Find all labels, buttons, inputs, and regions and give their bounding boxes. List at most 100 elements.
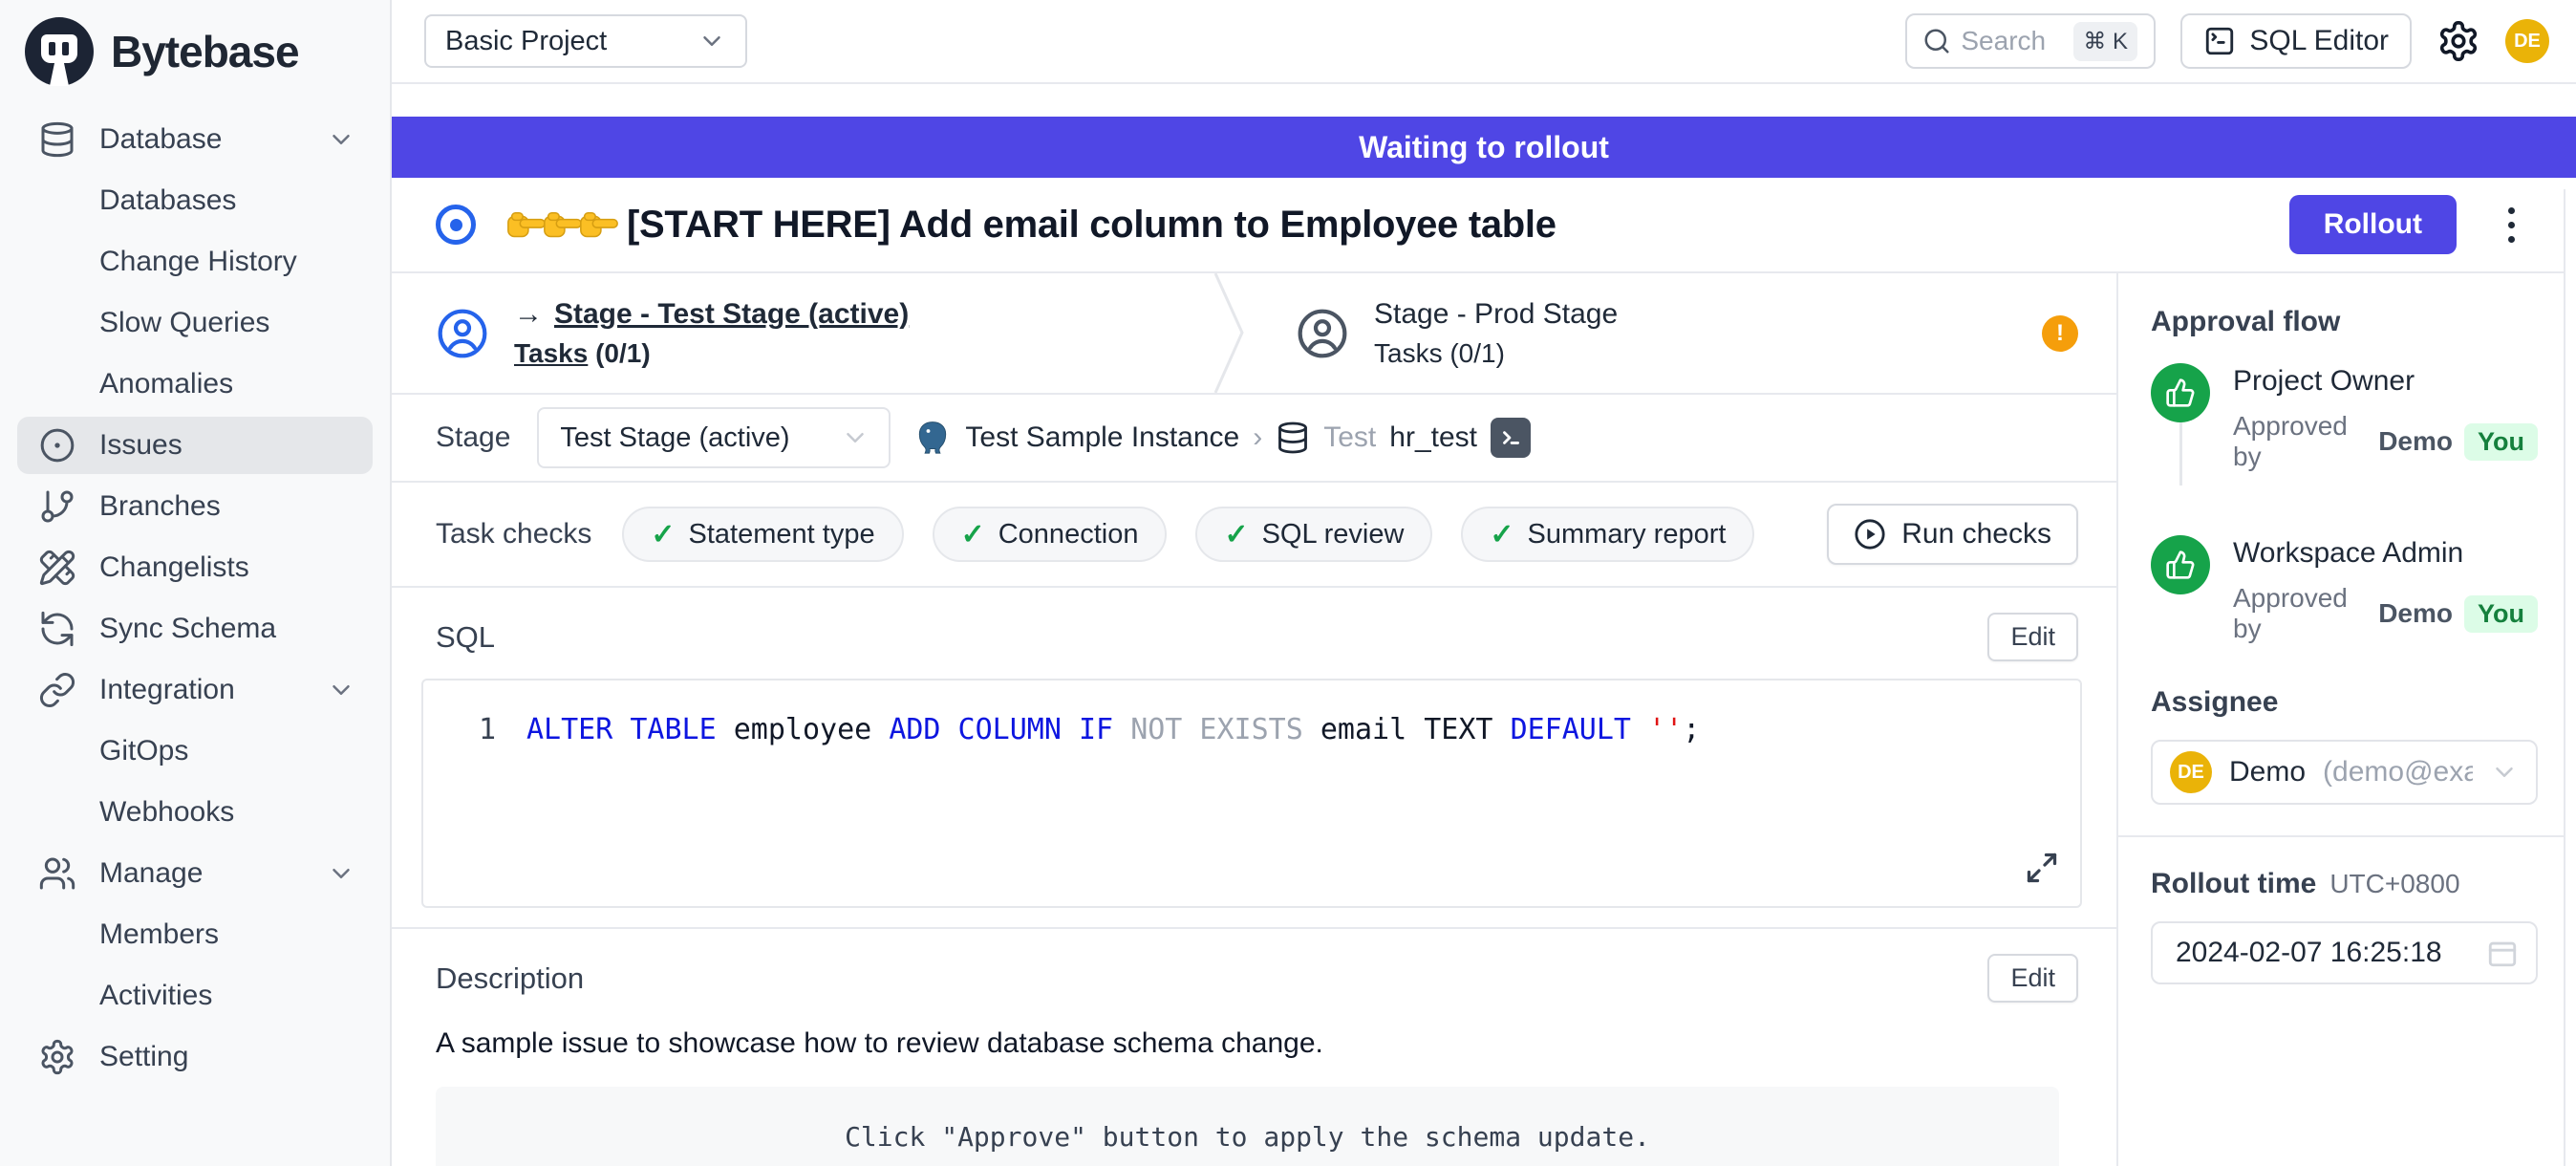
check-connection[interactable]: ✓ Connection (933, 507, 1168, 562)
sidebar-item-manage[interactable]: Manage (17, 845, 373, 902)
approval-connector (2179, 422, 2182, 486)
task-checks-row: Task checks ✓ Statement type ✓ Connectio… (392, 483, 2116, 588)
sidebar-item-changelists[interactable]: Changelists (17, 539, 373, 596)
description-code-note: Click "Approve" button to apply the sche… (436, 1087, 2059, 1166)
issue-status-icon (436, 205, 476, 245)
check-pass-icon: ✓ (1224, 518, 1248, 551)
tasks-link[interactable]: Tasks (514, 338, 588, 368)
project-selector-value: Basic Project (445, 26, 607, 57)
description-heading: Description (436, 961, 584, 996)
approved-thumbs-up-icon (2151, 363, 2210, 422)
run-checks-button[interactable]: Run checks (1827, 504, 2078, 565)
main-area: Basic Project ⌘ K SQL Editor DE Waiting … (392, 0, 2576, 1166)
sidebar-item-anomalies[interactable]: Anomalies (17, 356, 373, 413)
check-summary-report[interactable]: ✓ Summary report (1461, 507, 1754, 562)
sidebar-item-members[interactable]: Members (17, 906, 373, 963)
search-box[interactable]: ⌘ K (1905, 13, 2156, 69)
task-checks-label: Task checks (436, 518, 591, 551)
sql-heading: SQL (436, 620, 495, 655)
approval-role: Workspace Admin (2233, 537, 2538, 570)
stage-test[interactable]: → Stage - Test Stage (active) Tasks (0/1… (392, 273, 1213, 393)
approval-flow-heading: Approval flow (2151, 306, 2538, 338)
check-sql-review[interactable]: ✓ SQL review (1195, 507, 1432, 562)
open-in-sql-editor-icon[interactable] (1491, 418, 1531, 458)
sql-edit-button[interactable]: Edit (1987, 613, 2078, 661)
sync-refresh-icon (38, 610, 76, 648)
users-icon (38, 854, 76, 893)
assignee-heading: Assignee (2151, 686, 2538, 719)
bytebase-logo[interactable]: Bytebase (13, 10, 376, 99)
breadcrumb-separator: › (1253, 421, 1262, 454)
rollout-time-input[interactable]: 2024-02-07 16:25:18 (2151, 921, 2538, 984)
approval-step: Workspace Admin Approved by Demo You (2151, 535, 2538, 644)
expand-fullscreen-icon[interactable] (2025, 851, 2059, 885)
stage-select-dropdown[interactable]: Test Stage (active) (537, 407, 891, 468)
tasks-count: (0/1) (595, 338, 651, 368)
sidebar-item-issues[interactable]: Issues (17, 417, 373, 474)
sidebar-item-label: Database (99, 123, 222, 156)
assignee-dropdown[interactable]: DE Demo (demo@example (2151, 740, 2538, 805)
approval-step: Project Owner Approved by Demo You (2151, 363, 2538, 472)
person-circle-icon (1296, 307, 1349, 360)
stage-select-value: Test Stage (active) (560, 422, 789, 454)
stage-warning-badge: ! (2042, 315, 2078, 352)
stage-timeline: → Stage - Test Stage (active) Tasks (0/1… (392, 273, 2116, 395)
more-options-kebab-icon[interactable] (2501, 200, 2522, 250)
line-number: 1 (423, 713, 496, 746)
instance-name[interactable]: Test Sample Instance (965, 421, 1239, 454)
sidebar-item-sync-schema[interactable]: Sync Schema (17, 600, 373, 658)
postgresql-icon (913, 419, 952, 457)
content: → Stage - Test Stage (active) Tasks (0/1… (392, 273, 2576, 1166)
description-edit-button[interactable]: Edit (1987, 954, 2078, 1003)
project-selector[interactable]: Basic Project (424, 14, 747, 68)
sidebar: Bytebase Database Databases Change Histo… (0, 0, 392, 1166)
approved-thumbs-up-icon (2151, 535, 2210, 594)
status-banner: Waiting to rollout (392, 117, 2576, 178)
you-badge: You (2464, 423, 2538, 461)
sql-section-header: SQL Edit (392, 588, 2116, 661)
git-branch-icon (38, 487, 76, 526)
rollout-time-header: Rollout time UTC+0800 (2151, 868, 2538, 900)
topbar: Basic Project ⌘ K SQL Editor DE (392, 0, 2576, 84)
rollout-timezone: UTC+0800 (2329, 869, 2459, 899)
check-statement-type[interactable]: ✓ Statement type (622, 507, 903, 562)
pencils-icon (38, 549, 76, 587)
sidebar-item-database[interactable]: Database (17, 111, 373, 168)
sidebar-item-change-history[interactable]: Change History (17, 233, 373, 291)
sql-editor-button[interactable]: SQL Editor (2180, 13, 2412, 69)
stage-prod[interactable]: Stage - Prod Stage Tasks (0/1) (1252, 273, 1656, 393)
database-name[interactable]: hr_test (1389, 421, 1477, 454)
rollout-time-value: 2024-02-07 16:25:18 (2176, 937, 2442, 969)
sidebar-item-activities[interactable]: Activities (17, 967, 373, 1025)
sidebar-item-gitops[interactable]: GitOps (17, 723, 373, 780)
assignee-name: Demo (2229, 756, 2306, 788)
sql-code-line: 1 ALTER TABLE employee ADD COLUMN IF NOT… (423, 680, 2080, 746)
chevron-down-icon (841, 423, 869, 452)
stage-separator (1213, 273, 1252, 393)
issue-title: [START HERE] Add email column to Employe… (627, 204, 1556, 247)
gear-icon[interactable] (2436, 19, 2480, 63)
sql-editor[interactable]: 1 ALTER TABLE employee ADD COLUMN IF NOT… (421, 679, 2082, 908)
chevron-down-icon (327, 125, 355, 154)
database-breadcrumb: Test Sample Instance › Test hr_test (913, 418, 1531, 458)
brand-name: Bytebase (111, 26, 299, 77)
sidebar-item-slow-queries[interactable]: Slow Queries (17, 294, 373, 352)
calendar-icon[interactable] (2486, 937, 2519, 969)
scrollbar-gutter[interactable] (2564, 189, 2576, 1166)
tasks-label: Tasks (1374, 338, 1443, 368)
chevron-down-icon (327, 676, 355, 704)
sidebar-item-integration[interactable]: Integration (17, 661, 373, 719)
rollout-button[interactable]: Rollout (2289, 195, 2457, 254)
approved-by-text: Approved by (2233, 583, 2367, 644)
user-avatar[interactable]: DE (2505, 19, 2549, 63)
approver-name: Demo (2378, 426, 2453, 457)
sidebar-item-databases[interactable]: Databases (17, 172, 373, 229)
stage-name: Stage - Test Stage (active) (554, 298, 909, 331)
search-input[interactable] (1961, 26, 2064, 56)
sidebar-item-webhooks[interactable]: Webhooks (17, 784, 373, 841)
panel-divider (2118, 835, 2576, 837)
terminal-icon (2203, 25, 2236, 57)
sidebar-item-setting[interactable]: Setting (17, 1028, 373, 1086)
sidebar-item-branches[interactable]: Branches (17, 478, 373, 535)
issue-title-row: [START HERE] Add email column to Employe… (392, 178, 2576, 273)
